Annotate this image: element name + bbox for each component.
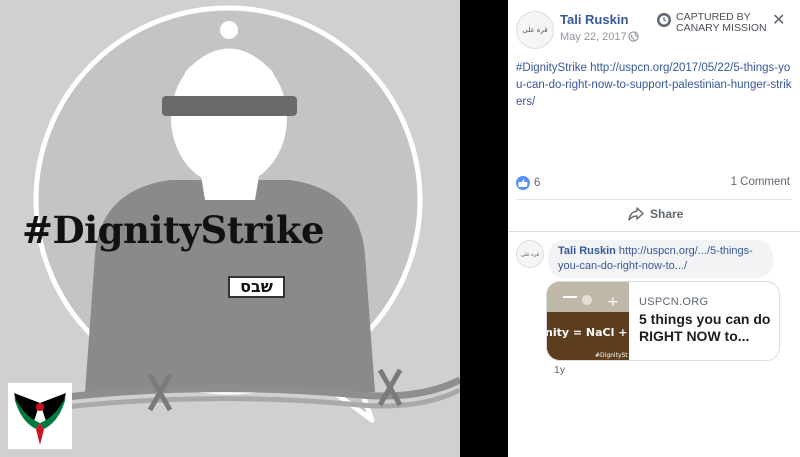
post-details-panel: قرة على بالي Tali Ruskin May 22, 2017 · … (508, 0, 800, 457)
link-preview-image: + nity = NaCl + H #DignitySt (547, 282, 640, 360)
dignity-strike-hashtag: #DignityStrike (22, 208, 325, 252)
close-icon[interactable]: ✕ (772, 10, 785, 30)
post-author-link[interactable]: Tali Ruskin (560, 12, 628, 27)
card-domain: USPCN.ORG (639, 296, 709, 308)
divider (508, 231, 800, 232)
link-preview-card[interactable]: + nity = NaCl + H #DignitySt USPCN.ORG 5… (546, 281, 780, 361)
clock-stamp-icon (657, 13, 671, 27)
share-arrow-icon (628, 207, 644, 221)
share-button[interactable]: Share (628, 207, 683, 221)
post-date[interactable]: May 22, 2017 · (560, 31, 633, 43)
card-image-formula: nity = NaCl + H (547, 326, 629, 339)
reactions-summary[interactable]: 6 (516, 176, 540, 190)
comment-bubble: Tali Ruskin http://uspcn.org/.../5-thing… (548, 240, 773, 278)
comment-author-link[interactable]: Tali Ruskin (558, 245, 616, 257)
comment-count-link[interactable]: 1 Comment (731, 176, 790, 188)
post-photo[interactable]: #DignityStrike שבס (0, 0, 460, 457)
author-avatar[interactable]: قرة على بالي (516, 11, 554, 49)
commenter-avatar[interactable]: قرة على بالي (516, 240, 544, 268)
flag-bird-logo (8, 383, 72, 449)
captured-by-label: CAPTURED BY CANARY MISSION (656, 12, 784, 34)
comment-time[interactable]: 1y (554, 364, 565, 376)
card-image-tag: #DignitySt (595, 352, 628, 359)
share-label: Share (650, 207, 684, 221)
svg-text:+: + (607, 294, 619, 310)
card-title: 5 things you can do RIGHT NOW to... (639, 311, 771, 344)
divider (516, 199, 792, 200)
lightbox-gutter (460, 0, 508, 457)
prisoner-badge: שבס (228, 276, 285, 298)
like-icon (516, 176, 530, 190)
like-count: 6 (534, 177, 541, 189)
captured-by-text: CAPTURED BY CANARY MISSION (676, 11, 767, 34)
hashtag-link[interactable]: #DignityStrike (516, 62, 587, 74)
globe-icon (628, 31, 639, 42)
post-text: #DignityStrike http://uspcn.org/2017/05/… (516, 60, 792, 111)
